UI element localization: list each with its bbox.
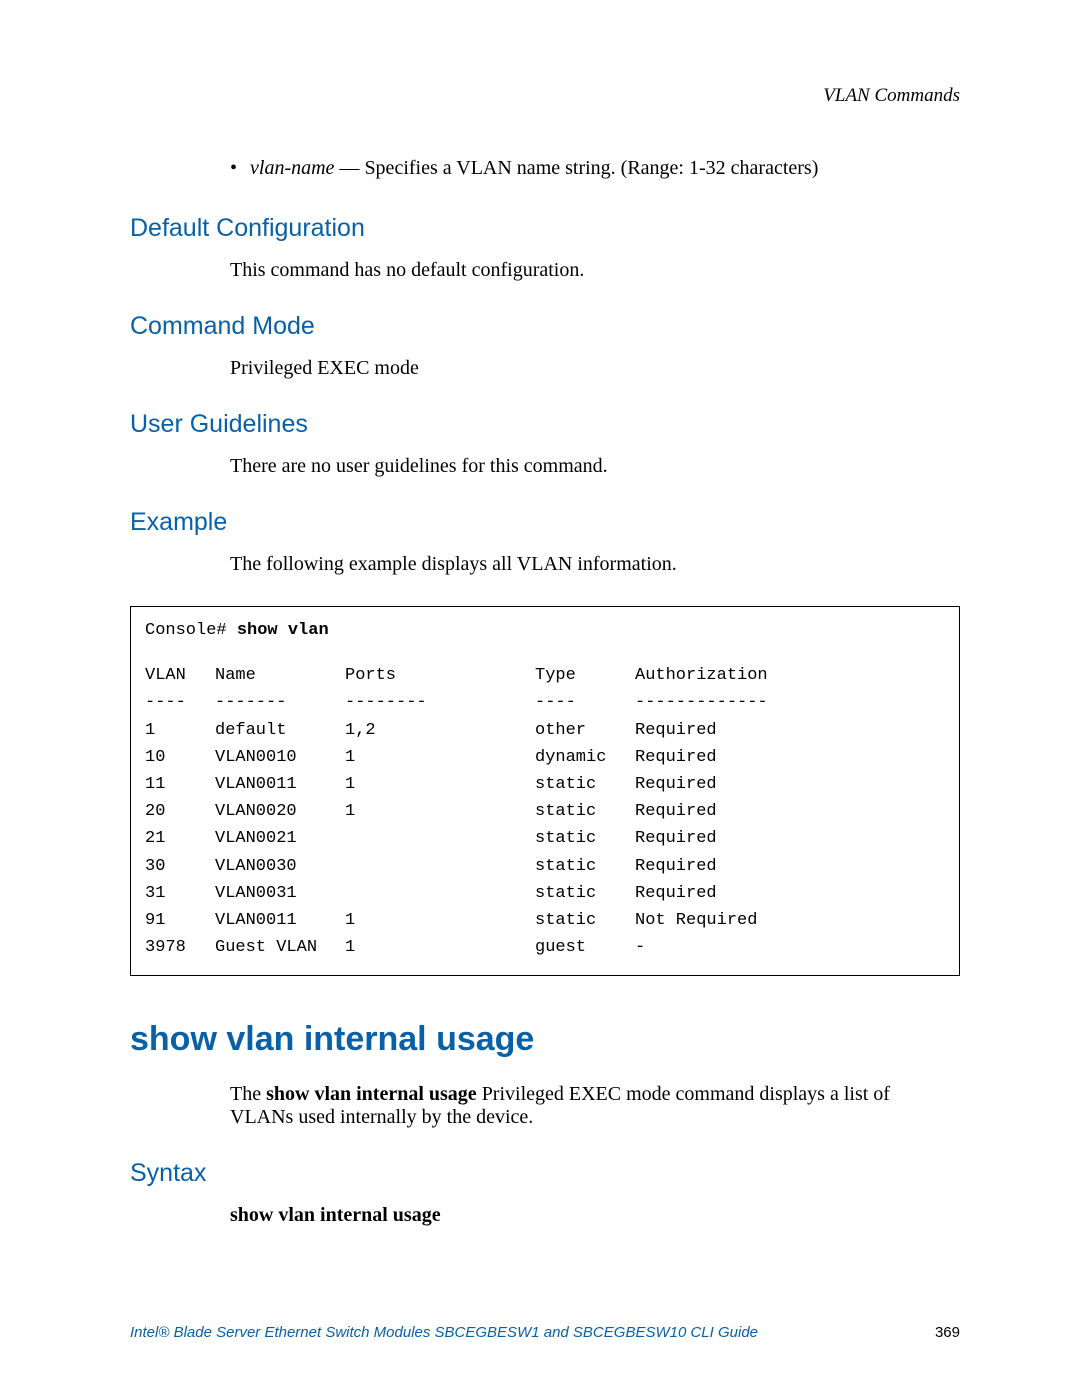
cell-name: VLAN0021 <box>215 825 345 852</box>
default-configuration-text: This command has no default configuratio… <box>230 259 960 282</box>
div-auth: ------------- <box>635 689 795 716</box>
cell-auth: Not Required <box>635 907 795 934</box>
cell-ports <box>345 880 535 907</box>
console-prompt: Console# <box>145 621 237 640</box>
cell-type: other <box>535 717 635 744</box>
code-output-box: Console# show vlan VLAN Name Ports Type … <box>130 606 960 976</box>
heading-example: Example <box>130 508 960 537</box>
cell-ports: 1 <box>345 798 535 825</box>
bullet-icon: • <box>230 157 237 179</box>
example-text: The following example displays all VLAN … <box>230 553 960 576</box>
cell-ports: 1,2 <box>345 717 535 744</box>
cell-auth: - <box>635 934 795 961</box>
cell-vlan: 11 <box>145 771 215 798</box>
cell-type: static <box>535 853 635 880</box>
cell-auth: Required <box>635 880 795 907</box>
div-ports: -------- <box>345 689 535 716</box>
cell-type: static <box>535 825 635 852</box>
col-type: Type <box>535 662 635 689</box>
footer-page-number: 369 <box>935 1324 960 1341</box>
cell-ports <box>345 825 535 852</box>
footer-guide-title: Intel® Blade Server Ethernet Switch Modu… <box>130 1324 758 1341</box>
cell-vlan: 21 <box>145 825 215 852</box>
cell-name: VLAN0031 <box>215 880 345 907</box>
cell-name: default <box>215 717 345 744</box>
cell-ports <box>345 853 535 880</box>
cell-name: VLAN0020 <box>215 798 345 825</box>
heading-default-configuration: Default Configuration <box>130 214 960 243</box>
cell-auth: Required <box>635 825 795 852</box>
cell-auth: Required <box>635 771 795 798</box>
heading-syntax: Syntax <box>130 1159 960 1188</box>
table-row: 21VLAN0021 staticRequired <box>145 825 945 852</box>
col-auth: Authorization <box>635 662 795 689</box>
param-desc: — Specifies a VLAN name string. (Range: … <box>334 157 818 179</box>
cell-type: dynamic <box>535 744 635 771</box>
table-row: 3978Guest VLAN1guest- <box>145 934 945 961</box>
desc-pre: The <box>230 1083 266 1105</box>
cell-type: static <box>535 771 635 798</box>
cell-type: static <box>535 907 635 934</box>
cell-name: VLAN0030 <box>215 853 345 880</box>
heading-command-mode: Command Mode <box>130 312 960 341</box>
heading-user-guidelines: User Guidelines <box>130 410 960 439</box>
command-mode-text: Privileged EXEC mode <box>230 357 960 380</box>
console-prompt-line: Console# show vlan <box>145 617 945 644</box>
console-command: show vlan <box>237 621 329 640</box>
cell-type: static <box>535 798 635 825</box>
heading-show-vlan-internal-usage: show vlan internal usage <box>130 1020 960 1059</box>
div-vlan: ---- <box>145 689 215 716</box>
table-row: 30VLAN0030 staticRequired <box>145 853 945 880</box>
cell-type: guest <box>535 934 635 961</box>
cell-ports: 1 <box>345 934 535 961</box>
cell-auth: Required <box>635 853 795 880</box>
cmd2-description: The show vlan internal usage Privileged … <box>230 1083 930 1129</box>
document-page: VLAN Commands • vlan-name — Specifies a … <box>0 0 1080 1397</box>
div-name: ------- <box>215 689 345 716</box>
cell-vlan: 10 <box>145 744 215 771</box>
cell-ports: 1 <box>345 771 535 798</box>
cell-vlan: 91 <box>145 907 215 934</box>
cell-name: VLAN0011 <box>215 771 345 798</box>
cell-name: VLAN0011 <box>215 907 345 934</box>
cell-name: VLAN0010 <box>215 744 345 771</box>
cell-type: static <box>535 880 635 907</box>
desc-bold: show vlan internal usage <box>266 1083 477 1105</box>
col-vlan: VLAN <box>145 662 215 689</box>
col-ports: Ports <box>345 662 535 689</box>
user-guidelines-text: There are no user guidelines for this co… <box>230 455 960 478</box>
cell-ports: 1 <box>345 744 535 771</box>
cell-auth: Required <box>635 798 795 825</box>
syntax-command: show vlan internal usage <box>230 1204 960 1227</box>
col-name: Name <box>215 662 345 689</box>
cell-auth: Required <box>635 717 795 744</box>
header-section-label: VLAN Commands <box>130 85 960 107</box>
table-row: 10VLAN00101dynamicRequired <box>145 744 945 771</box>
cell-vlan: 31 <box>145 880 215 907</box>
table-divider-row: ---- ------- -------- ---- ------------- <box>145 689 945 716</box>
cell-ports: 1 <box>345 907 535 934</box>
table-row: 31VLAN0031 staticRequired <box>145 880 945 907</box>
cell-vlan: 30 <box>145 853 215 880</box>
page-footer: Intel® Blade Server Ethernet Switch Modu… <box>130 1324 960 1341</box>
param-term: vlan-name <box>250 157 334 179</box>
cell-name: Guest VLAN <box>215 934 345 961</box>
table-row: 11VLAN00111staticRequired <box>145 771 945 798</box>
cell-vlan: 1 <box>145 717 215 744</box>
table-header-row: VLAN Name Ports Type Authorization <box>145 662 945 689</box>
table-row: 20VLAN00201staticRequired <box>145 798 945 825</box>
cell-vlan: 3978 <box>145 934 215 961</box>
cell-vlan: 20 <box>145 798 215 825</box>
cell-auth: Required <box>635 744 795 771</box>
param-bullet: • vlan-name — Specifies a VLAN name stri… <box>230 157 960 180</box>
table-row: 91VLAN00111staticNot Required <box>145 907 945 934</box>
table-row: 1default1,2otherRequired <box>145 717 945 744</box>
div-type: ---- <box>535 689 635 716</box>
